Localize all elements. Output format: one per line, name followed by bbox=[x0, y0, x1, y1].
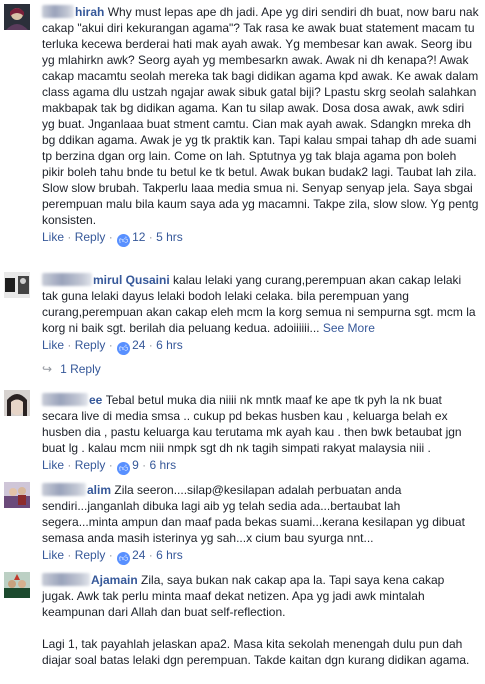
comment-text: Tebal betul muka dia niiii nk mntk maaf … bbox=[42, 393, 462, 455]
comment-text-paragraph: Lagi 1, tak payahlah jelaskan apa2. Masa… bbox=[42, 637, 470, 667]
like-count[interactable]: 24 bbox=[132, 548, 145, 562]
timestamp[interactable]: 6 hrs bbox=[156, 548, 183, 562]
separator: · bbox=[108, 458, 113, 472]
commenter-name[interactable]: alim bbox=[42, 483, 114, 497]
like-button[interactable]: Like bbox=[42, 548, 64, 562]
separator: · bbox=[108, 338, 113, 352]
commenter-name[interactable]: mirul Qusaini bbox=[42, 273, 173, 287]
timestamp[interactable]: 6 hrs bbox=[149, 458, 176, 472]
comment-text: Why must lepas ape dh jadi. Ape yg diri … bbox=[42, 5, 479, 227]
separator: · bbox=[142, 458, 147, 472]
avatar[interactable] bbox=[4, 4, 30, 30]
reply-button[interactable]: Reply bbox=[75, 338, 106, 352]
timestamp[interactable]: 5 hrs bbox=[156, 230, 183, 244]
separator: · bbox=[67, 548, 72, 562]
comment-actions: Like · Reply · 👍︎ 12 · 5 hrs bbox=[42, 229, 479, 247]
thumbs-up-icon[interactable]: 👍︎ bbox=[117, 552, 131, 565]
thumbs-up-icon[interactable]: 👍︎ bbox=[117, 234, 131, 247]
thumbs-up-icon[interactable]: 👍︎ bbox=[117, 342, 131, 355]
redacted-name bbox=[42, 5, 74, 18]
like-button[interactable]: Like bbox=[42, 338, 64, 352]
separator: · bbox=[67, 338, 72, 352]
thumbs-up-icon[interactable]: 👍︎ bbox=[117, 462, 131, 475]
see-more-link[interactable]: See More bbox=[323, 321, 375, 335]
timestamp[interactable]: 6 hrs bbox=[156, 338, 183, 352]
avatar[interactable] bbox=[4, 272, 30, 298]
reply-button[interactable]: Reply bbox=[75, 458, 106, 472]
redacted-name bbox=[42, 273, 92, 286]
separator: · bbox=[67, 458, 72, 472]
redacted-name bbox=[42, 573, 90, 586]
comment-actions: Like · Reply · 👍︎ 9 · 6 hrs bbox=[42, 457, 479, 475]
reply-arrow-icon: ↪ bbox=[42, 362, 53, 376]
like-count[interactable]: 24 bbox=[132, 338, 145, 352]
like-count[interactable]: 12 bbox=[132, 230, 145, 244]
avatar[interactable] bbox=[4, 390, 30, 416]
commenter-name[interactable]: Ajamain bbox=[42, 573, 141, 587]
reply-button[interactable]: Reply bbox=[75, 230, 106, 244]
like-count[interactable]: 9 bbox=[132, 458, 139, 472]
like-button[interactable]: Like bbox=[42, 230, 64, 244]
like-button[interactable]: Like bbox=[42, 458, 64, 472]
separator: · bbox=[108, 230, 113, 244]
avatar[interactable] bbox=[4, 482, 30, 508]
separator: · bbox=[67, 230, 72, 244]
separator: · bbox=[148, 230, 153, 244]
comment-actions: Like · Reply · 👍︎ 24 · 6 hrs bbox=[42, 337, 479, 355]
redacted-name bbox=[42, 393, 88, 406]
avatar[interactable] bbox=[4, 572, 30, 598]
separator: · bbox=[148, 548, 153, 562]
separator: · bbox=[108, 548, 113, 562]
redacted-name bbox=[42, 483, 86, 496]
view-replies-link[interactable]: ↪ 1 Reply bbox=[42, 362, 101, 376]
reply-button[interactable]: Reply bbox=[75, 548, 106, 562]
separator: · bbox=[148, 338, 153, 352]
commenter-name[interactable]: hirah bbox=[42, 5, 108, 19]
commenter-name[interactable]: ee bbox=[42, 393, 106, 407]
comment-actions: Like · Reply · 👍︎ 24 · 6 hrs bbox=[42, 547, 479, 565]
